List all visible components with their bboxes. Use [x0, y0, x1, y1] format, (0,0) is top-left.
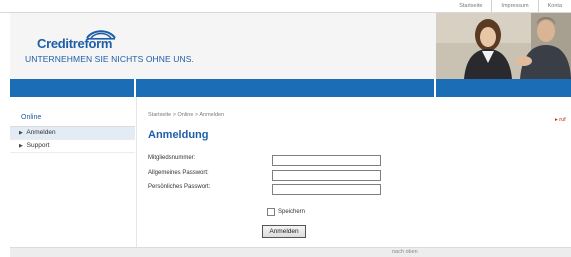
- sidebar-item-label: Anmelden: [26, 129, 56, 136]
- back-to-top-link[interactable]: nach oben: [392, 249, 418, 255]
- sidebar: Online ▶ Anmelden ▶ Support: [10, 104, 135, 153]
- personal-password-input[interactable]: [272, 184, 381, 195]
- top-link-kontakt[interactable]: Konta: [537, 0, 571, 12]
- slogan: UNTERNEHMEN SIE NICHTS OHNE UNS.: [25, 54, 194, 64]
- triangle-right-icon: ▶: [19, 130, 23, 136]
- membership-number-input[interactable]: [272, 155, 381, 166]
- right-column-link[interactable]: ▸ ruf: [555, 117, 566, 123]
- sidebar-item-label: Support: [26, 142, 50, 149]
- top-navigation-bar: Startseite Impressum Konta: [0, 0, 571, 13]
- breadcrumb[interactable]: Startseite > Online > Anmelden: [148, 112, 224, 118]
- header: Creditreform UNTERNEHMEN SIE NICHTS OHNE…: [10, 13, 571, 79]
- triangle-right-icon: ▶: [19, 143, 23, 149]
- remember-option: Speichern: [267, 208, 305, 216]
- personal-password-label: Persönliches Passwort:: [148, 184, 211, 190]
- header-photo: [436, 13, 571, 79]
- page-title: Anmeldung: [148, 129, 209, 141]
- column-divider: [136, 97, 137, 247]
- remember-checkbox[interactable]: [267, 208, 275, 216]
- login-button[interactable]: Anmelden: [262, 225, 306, 238]
- nav-bar-segment-3: [436, 79, 571, 97]
- nav-bar-segment-2: [136, 79, 434, 97]
- general-password-label: Allgemeines Passwort:: [148, 170, 209, 176]
- sidebar-item-anmelden[interactable]: ▶ Anmelden: [10, 127, 135, 140]
- membership-number-label: Mitgliedsnummer:: [148, 155, 196, 161]
- nav-bar-segment-1: [10, 79, 134, 97]
- top-links: Startseite Impressum Konta: [450, 0, 571, 12]
- remember-label: Speichern: [278, 209, 306, 215]
- sidebar-title[interactable]: Online: [10, 104, 135, 127]
- business-people-photo: [436, 13, 571, 79]
- sidebar-item-support[interactable]: ▶ Support: [10, 140, 135, 153]
- logo-text: Creditreform: [37, 36, 113, 51]
- top-link-impressum[interactable]: Impressum: [491, 0, 537, 12]
- top-link-startseite[interactable]: Startseite: [450, 0, 491, 12]
- general-password-input[interactable]: [272, 170, 381, 181]
- main-navigation-bar: [10, 79, 571, 97]
- creditreform-logo[interactable]: Creditreform: [25, 30, 135, 54]
